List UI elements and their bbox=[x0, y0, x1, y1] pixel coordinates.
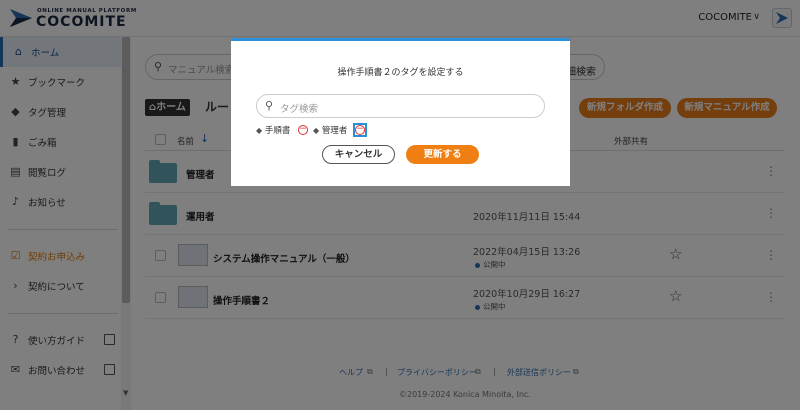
update-button[interactable]: 更新する bbox=[406, 145, 479, 164]
tag-chip: ◆ 手順書 bbox=[256, 124, 290, 136]
remove-tag-icon[interactable]: − bbox=[355, 125, 365, 135]
tag-label: 手順書 bbox=[264, 126, 291, 136]
cancel-button[interactable]: キャンセル bbox=[322, 145, 395, 164]
tag-icon: ◆ bbox=[313, 126, 320, 135]
tag-icon: ◆ bbox=[256, 126, 263, 135]
dialog-title: 操作手順書２のタグを設定する bbox=[337, 68, 464, 78]
tag-label: 管理者 bbox=[321, 126, 348, 136]
tag-settings-dialog: 操作手順書２のタグを設定する ⚲ タグ検索 ◆ 手順書 − ◆ 管理者 − キャ… bbox=[231, 38, 570, 186]
search-icon: ⚲ bbox=[265, 99, 274, 112]
remove-tag-icon[interactable]: − bbox=[298, 125, 308, 135]
tag-search-placeholder: タグ検索 bbox=[280, 104, 319, 115]
tag-chip: ◆ 管理者 bbox=[313, 124, 347, 136]
tag-search-input[interactable]: ⚲ タグ検索 bbox=[256, 94, 545, 118]
